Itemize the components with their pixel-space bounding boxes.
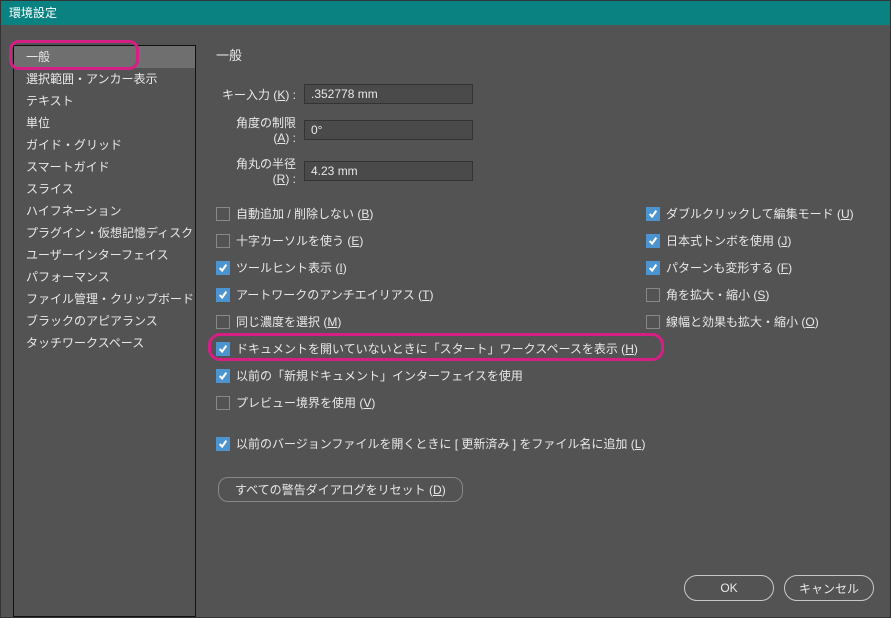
checkbox-row: ダブルクリックして編集モード (U) <box>646 204 854 223</box>
checkbox[interactable] <box>216 234 230 248</box>
sidebar-item[interactable]: テキスト <box>14 90 195 112</box>
field-label: キー入力 (K) : <box>220 86 304 103</box>
field-label: 角度の制限 (A) : <box>220 114 304 145</box>
checkbox[interactable] <box>216 342 230 356</box>
checkbox-row: 以前の「新規ドキュメント」インターフェイスを使用 <box>216 366 646 385</box>
checkbox-column-right: ダブルクリックして編集モード (U) 日本式トンボを使用 (J) パターンも変形する… <box>646 204 854 453</box>
sidebar-item[interactable]: 一般 <box>14 46 195 68</box>
checkbox-label: 十字カーソルを使う (E) <box>236 232 363 249</box>
sidebar-item[interactable]: スライス <box>14 178 195 200</box>
checkbox[interactable] <box>216 207 230 221</box>
checkbox-row: プレビュー境界を使用 (V) <box>216 393 646 412</box>
checkbox-label: ドキュメントを開いていないときに「スタート」ワークスペースを表示 (H) <box>236 340 638 357</box>
reset-warnings-label-pre: すべての警告ダイアログをリセット ( <box>235 483 433 497</box>
sidebar-item[interactable]: ガイド・グリッド <box>14 134 195 156</box>
sidebar-item[interactable]: ハイフネーション <box>14 200 195 222</box>
field-label: 角丸の半径 (R) : <box>220 155 304 186</box>
sidebar-item[interactable]: ファイル管理・クリップボード <box>14 288 195 310</box>
checkbox-label: ダブルクリックして編集モード (U) <box>666 205 854 222</box>
checkbox-row: アートワークのアンチエイリアス (T) <box>216 285 646 304</box>
checkbox-label: 日本式トンボを使用 (J) <box>666 232 791 249</box>
checkbox-label: 以前の「新規ドキュメント」インターフェイスを使用 <box>236 367 523 384</box>
checkbox[interactable] <box>216 437 230 451</box>
sidebar-item[interactable]: 選択範囲・アンカー表示 <box>14 68 195 90</box>
checkbox[interactable] <box>216 288 230 302</box>
titlebar: 環境設定 <box>1 1 890 25</box>
checkbox-row: 同じ濃度を選択 (M) <box>216 312 646 331</box>
checkbox-row: 自動追加 / 削除しない (B) <box>216 204 646 223</box>
sidebar-item[interactable]: 単位 <box>14 112 195 134</box>
constrain_angle-input[interactable] <box>304 120 473 140</box>
corner_radius-input[interactable] <box>304 161 473 181</box>
checkbox[interactable] <box>216 369 230 383</box>
checkbox-row: パターンも変形する (F) <box>646 258 854 277</box>
preferences-window: 環境設定 一般選択範囲・アンカー表示テキスト単位ガイド・グリッドスマートガイドス… <box>0 0 891 618</box>
checkbox-label: パターンも変形する (F) <box>666 259 792 276</box>
checkbox-label: 同じ濃度を選択 (M) <box>236 313 341 330</box>
sidebar-item[interactable]: ブラックのアピアランス <box>14 310 195 332</box>
checkbox-label: プレビュー境界を使用 (V) <box>236 394 375 411</box>
checkbox-row: 十字カーソルを使う (E) <box>216 231 646 250</box>
ok-button[interactable]: OK <box>684 575 774 601</box>
panel-title: 一般 <box>216 45 878 64</box>
window-title: 環境設定 <box>9 6 57 20</box>
checkbox-row: ドキュメントを開いていないときに「スタート」ワークスペースを表示 (H) <box>216 339 646 358</box>
cancel-button[interactable]: キャンセル <box>784 575 874 601</box>
sidebar-item[interactable]: パフォーマンス <box>14 266 195 288</box>
reset-warnings-button[interactable]: すべての警告ダイアログをリセット (D) <box>218 477 463 502</box>
checkbox[interactable] <box>216 396 230 410</box>
reset-warnings-hotkey: D <box>433 483 442 497</box>
category-sidebar: 一般選択範囲・アンカー表示テキスト単位ガイド・グリッドスマートガイドスライスハイ… <box>13 45 196 617</box>
field-row: 角丸の半径 (R) : <box>216 155 878 186</box>
checkbox[interactable] <box>216 261 230 275</box>
checkbox-column-left: 自動追加 / 削除しない (B) 十字カーソルを使う (E) ツールヒント表示 (I… <box>216 204 646 453</box>
checkbox-label: 自動追加 / 削除しない (B) <box>236 205 373 222</box>
checkbox[interactable] <box>646 288 660 302</box>
checkbox-label: 線幅と効果も拡大・縮小 (O) <box>666 313 819 330</box>
window-body: 一般選択範囲・アンカー表示テキスト単位ガイド・グリッドスマートガイドスライスハイ… <box>1 25 890 617</box>
panel-content: 一般 キー入力 (K) : 角度の制限 (A) : 角丸の半径 (R) : 自動追加… <box>216 45 878 617</box>
field-row: キー入力 (K) : <box>216 84 878 104</box>
key_input-input[interactable] <box>304 84 473 104</box>
checkbox-row: 線幅と効果も拡大・縮小 (O) <box>646 312 854 331</box>
checkbox[interactable] <box>646 261 660 275</box>
checkbox-row: ツールヒント表示 (I) <box>216 258 646 277</box>
dialog-footer: OK キャンセル <box>684 575 874 601</box>
reset-warnings-label-suf: ) <box>442 483 446 497</box>
checkbox-label: 以前のバージョンファイルを開くときに [ 更新済み ] をファイル名に追加 (L… <box>236 435 645 452</box>
checkbox-grid: 自動追加 / 削除しない (B) 十字カーソルを使う (E) ツールヒント表示 (I… <box>216 204 878 453</box>
sidebar-item[interactable]: タッチワークスペース <box>14 332 195 354</box>
checkbox-row: 日本式トンボを使用 (J) <box>646 231 854 250</box>
sidebar-item[interactable]: プラグイン・仮想記憶ディスク <box>14 222 195 244</box>
sidebar-item[interactable]: ユーザーインターフェイス <box>14 244 195 266</box>
checkbox-label: アートワークのアンチエイリアス (T) <box>236 286 433 303</box>
field-row: 角度の制限 (A) : <box>216 114 878 145</box>
checkbox-row: 角を拡大・縮小 (S) <box>646 285 854 304</box>
checkbox-row: 以前のバージョンファイルを開くときに [ 更新済み ] をファイル名に追加 (L… <box>216 434 646 453</box>
checkbox[interactable] <box>646 234 660 248</box>
checkbox[interactable] <box>646 315 660 329</box>
checkbox-label: ツールヒント表示 (I) <box>236 259 347 276</box>
checkbox[interactable] <box>646 207 660 221</box>
sidebar-item[interactable]: スマートガイド <box>14 156 195 178</box>
checkbox[interactable] <box>216 315 230 329</box>
checkbox-label: 角を拡大・縮小 (S) <box>666 286 769 303</box>
